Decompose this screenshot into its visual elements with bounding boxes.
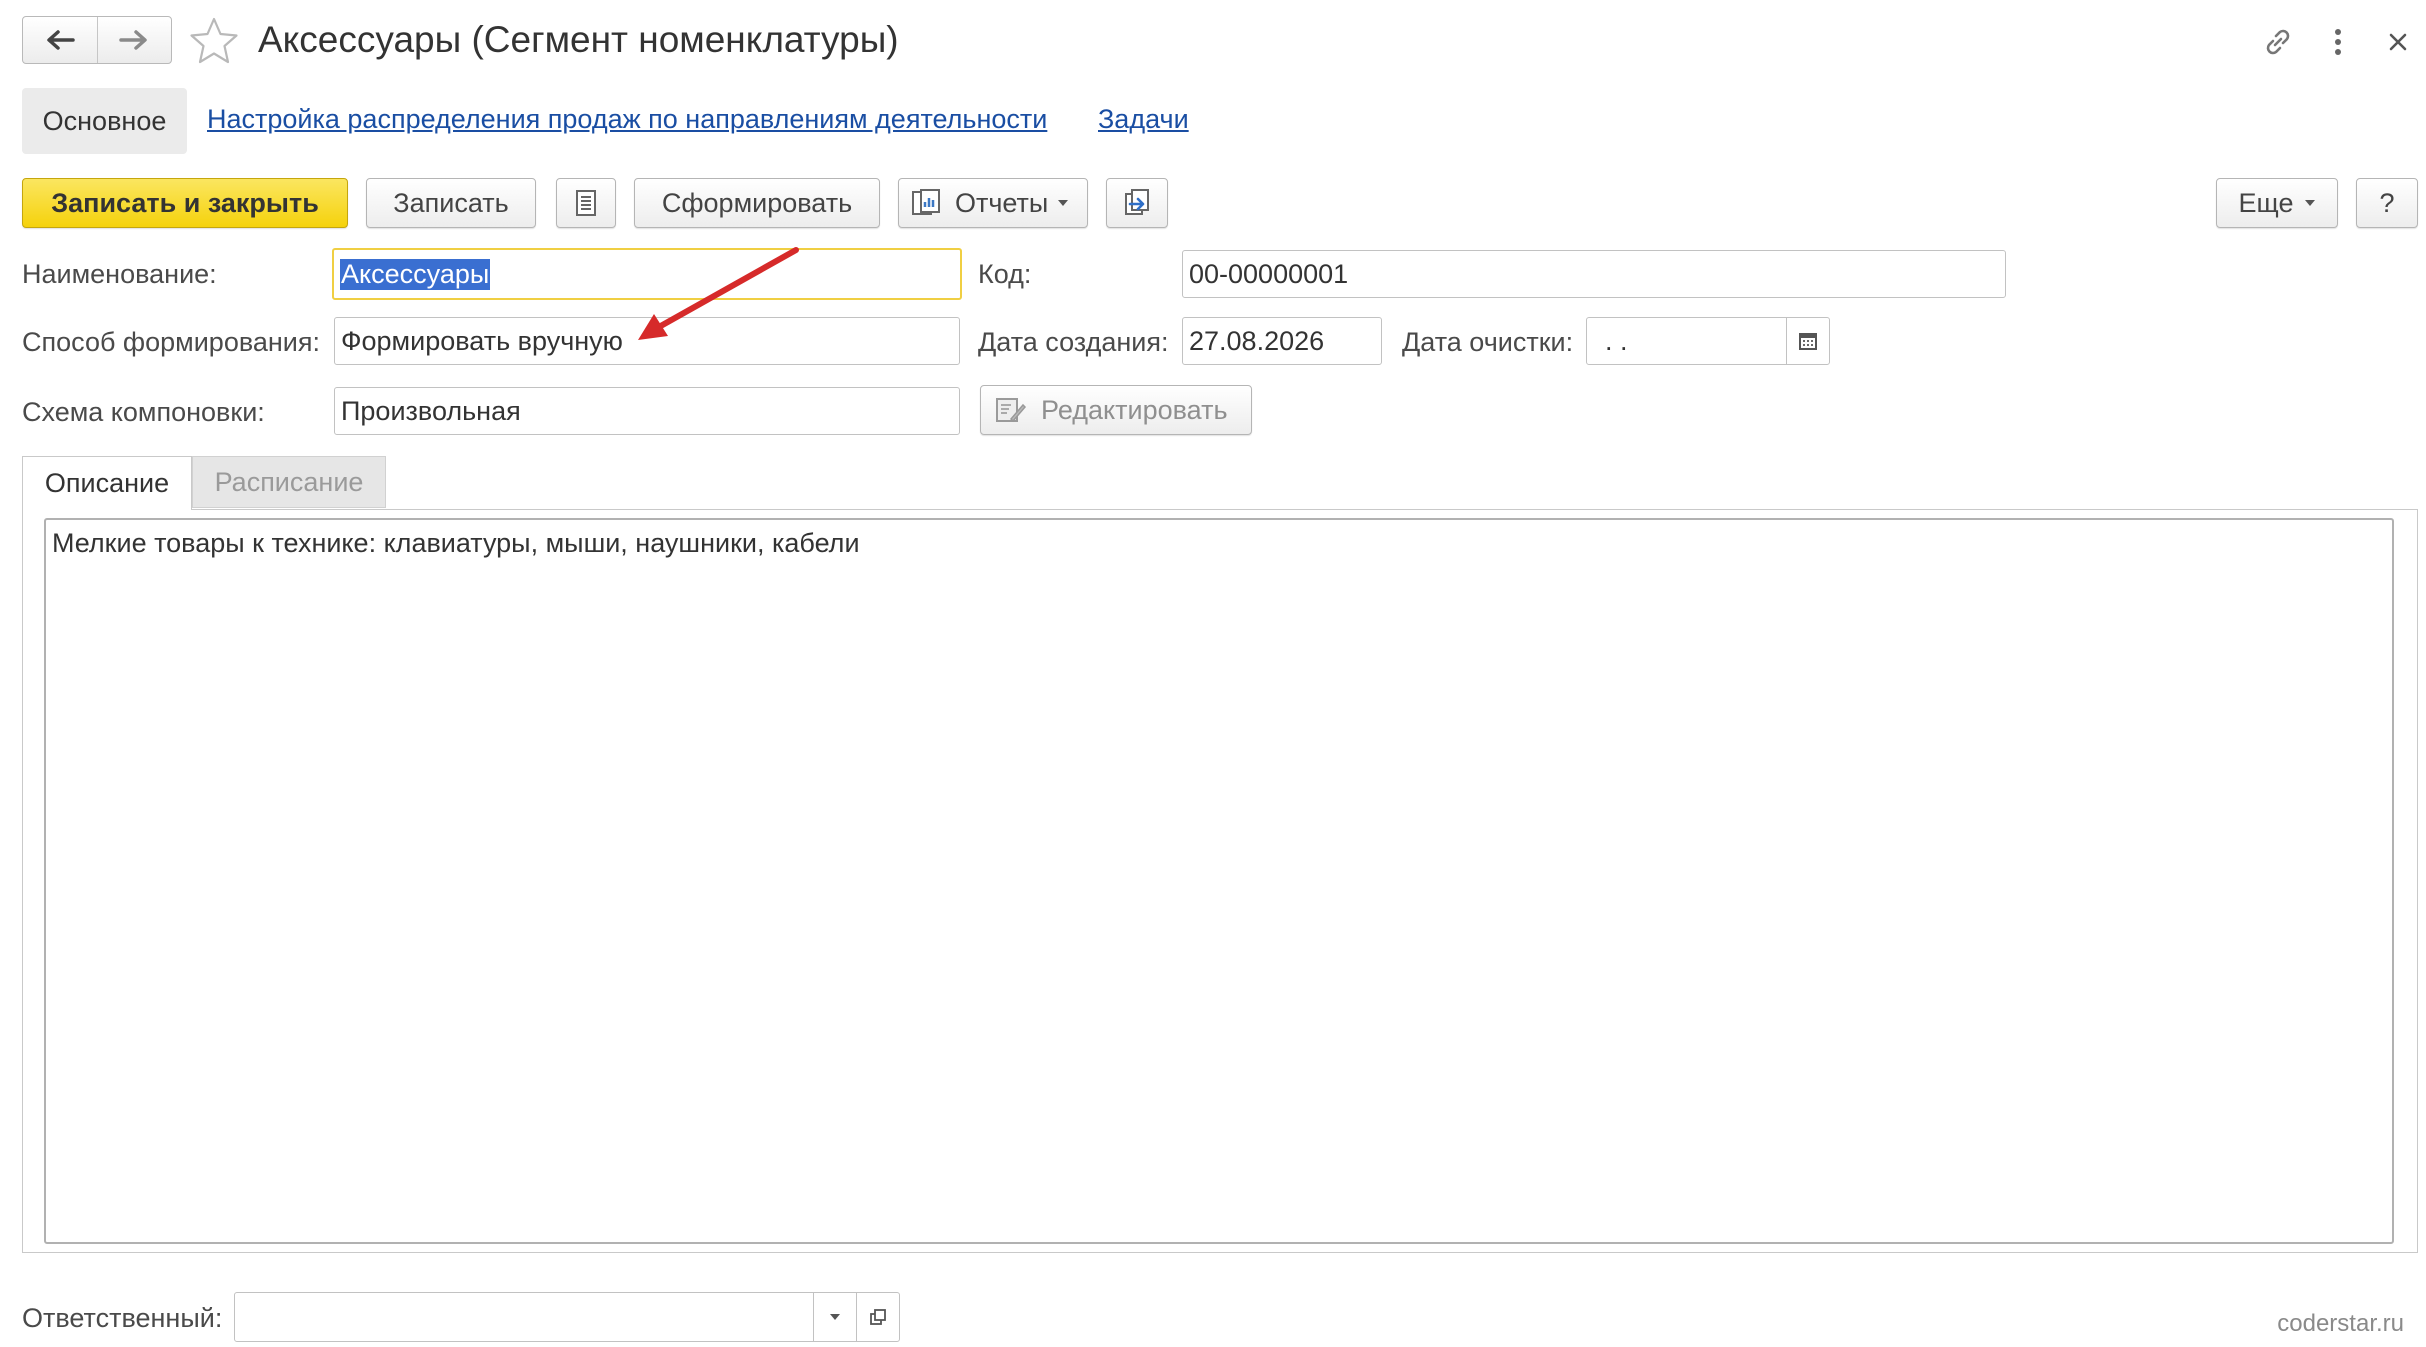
calendar-button[interactable]	[1786, 318, 1829, 364]
nav-link-sales-distribution[interactable]: Настройка распределения продаж по направ…	[207, 104, 1047, 135]
clear-date-value: . .	[1605, 325, 1628, 356]
more-actions-label: Еще	[2238, 187, 2294, 218]
export-icon	[1125, 189, 1149, 215]
close-button[interactable]	[2378, 22, 2418, 62]
history-navigation	[22, 16, 172, 64]
forward-button[interactable]	[96, 17, 172, 63]
code-input[interactable]: 00-00000001	[1182, 250, 2006, 298]
reports-label: Отчеты	[955, 187, 1049, 218]
annotation-arrow	[638, 247, 799, 340]
save-and-close-button[interactable]: Записать и закрыть	[22, 178, 348, 228]
description-textarea[interactable]: Мелкие товары к технике: клавиатуры, мыш…	[44, 518, 2394, 1244]
nav-link-tasks[interactable]: Задачи	[1098, 104, 1189, 135]
favorite-star-icon[interactable]	[188, 16, 240, 66]
calendar-icon	[1799, 333, 1817, 350]
dropdown-icon	[2305, 200, 2316, 206]
close-icon	[2389, 33, 2407, 51]
reports-icon	[912, 189, 940, 215]
name-label: Наименование:	[22, 259, 217, 289]
edit-scheme-label: Редактировать	[1041, 394, 1228, 425]
scheme-input[interactable]: Произвольная	[334, 387, 960, 435]
responsible-input[interactable]	[234, 1292, 900, 1342]
tab-description[interactable]: Описание	[22, 456, 192, 510]
link-button[interactable]	[2258, 22, 2298, 62]
clear-date-input[interactable]: . .	[1586, 317, 1830, 365]
dropdown-icon	[830, 1314, 840, 1320]
list-button[interactable]	[556, 178, 616, 228]
tab-schedule[interactable]: Расписание	[192, 456, 386, 508]
nav-main-tab[interactable]: Основное	[22, 88, 187, 154]
generate-button[interactable]: Сформировать	[634, 178, 880, 228]
save-button[interactable]: Записать	[366, 178, 536, 228]
export-button[interactable]	[1106, 178, 1168, 228]
responsible-dropdown-button[interactable]	[813, 1293, 856, 1341]
back-arrow-icon	[47, 30, 75, 50]
dropdown-icon	[1058, 200, 1069, 206]
watermark: coderstar.ru	[2277, 1310, 2404, 1337]
scheme-label: Схема компоновки:	[22, 397, 265, 427]
list-icon	[576, 190, 596, 216]
open-icon	[870, 1309, 886, 1325]
help-button[interactable]: ?	[2356, 178, 2418, 228]
edit-icon	[996, 398, 1027, 423]
more-vertical-icon	[2335, 29, 2341, 55]
created-date-input[interactable]: 27.08.2026	[1182, 317, 1382, 365]
created-date-label: Дата создания:	[978, 327, 1169, 357]
clear-date-label: Дата очистки:	[1402, 327, 1574, 357]
reports-button[interactable]: Отчеты	[898, 178, 1088, 228]
responsible-open-button[interactable]	[856, 1293, 899, 1341]
back-button[interactable]	[23, 17, 97, 63]
link-icon	[2266, 29, 2290, 55]
name-value: Аксессуары	[340, 258, 491, 290]
code-label: Код:	[978, 259, 1032, 289]
responsible-label: Ответственный:	[22, 1303, 223, 1333]
edit-scheme-button[interactable]: Редактировать	[980, 385, 1252, 435]
page-title: Аксессуары (Сегмент номенклатуры)	[258, 19, 899, 60]
more-menu-button[interactable]	[2318, 22, 2358, 62]
forward-arrow-icon	[119, 30, 147, 50]
method-label: Способ формирования:	[22, 327, 321, 357]
more-actions-button[interactable]: Еще	[2216, 178, 2338, 228]
